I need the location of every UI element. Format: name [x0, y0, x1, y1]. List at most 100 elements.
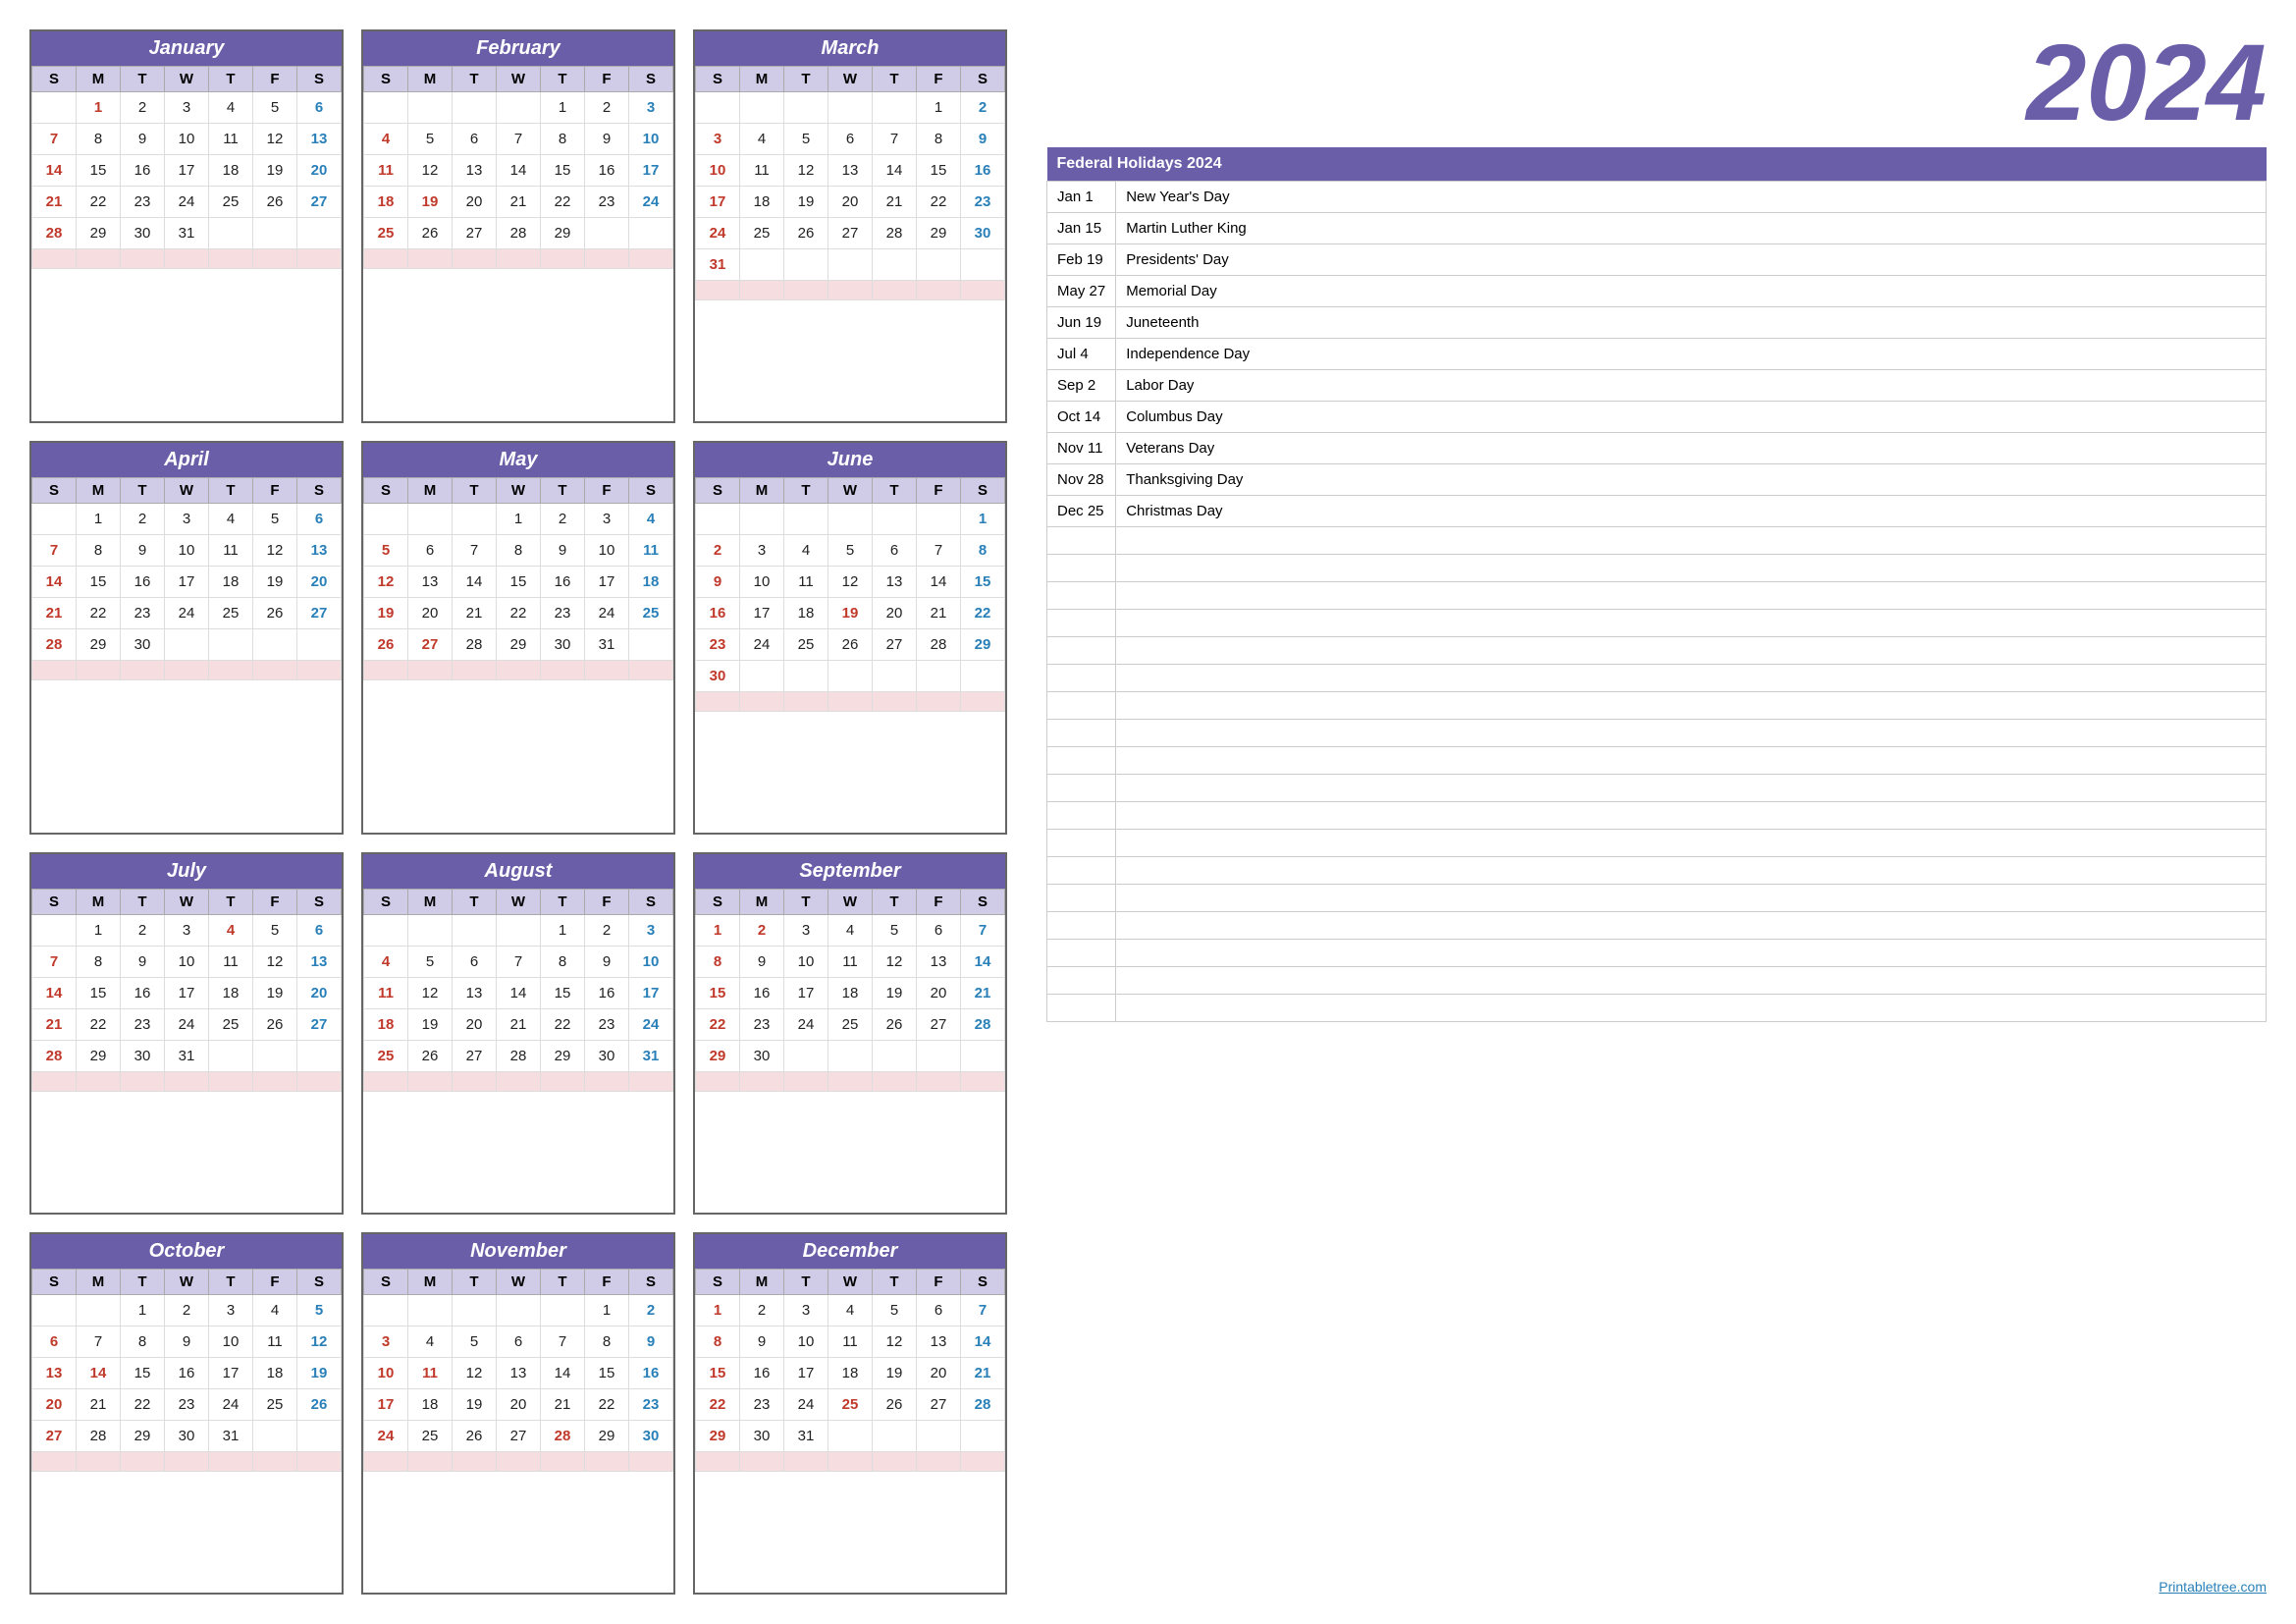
calendar-day: 28	[32, 218, 77, 249]
calendar-day: 14	[961, 1326, 1005, 1358]
calendar-day: 13	[297, 124, 342, 155]
holiday-date: Sep 2	[1047, 370, 1116, 402]
holiday-name: Independence Day	[1116, 339, 2267, 370]
calendar-day: 2	[585, 92, 629, 124]
day-header: S	[32, 890, 77, 915]
year-title: 2024	[1046, 29, 2267, 137]
holiday-date: Dec 25	[1047, 496, 1116, 527]
calendar-day: 25	[364, 1041, 408, 1072]
day-header: T	[121, 890, 165, 915]
empty-row	[1047, 747, 2267, 775]
calendar-day: 22	[77, 1009, 121, 1041]
calendar-day: 25	[253, 1389, 297, 1421]
week-row: 12	[696, 92, 1005, 124]
calendar-day: 7	[32, 535, 77, 567]
calendar-day: 27	[453, 218, 497, 249]
calendar-day: 15	[541, 155, 585, 187]
calendar-day: 19	[364, 598, 408, 629]
calendar-day: 25	[209, 187, 253, 218]
holiday-row: Dec 25Christmas Day	[1047, 496, 2267, 527]
holiday-row: Feb 19Presidents' Day	[1047, 244, 2267, 276]
day-header: S	[961, 478, 1005, 504]
calendar-day: 13	[917, 1326, 961, 1358]
calendar-day: 23	[961, 187, 1005, 218]
calendar-day: 1	[541, 915, 585, 947]
empty-row	[1047, 995, 2267, 1022]
empty-pink-row	[364, 1452, 673, 1472]
calendar-day: 13	[873, 567, 917, 598]
week-row: 17181920212223	[364, 1389, 673, 1421]
day-header: T	[873, 890, 917, 915]
holiday-date: Jun 19	[1047, 307, 1116, 339]
day-header: S	[961, 1270, 1005, 1295]
empty-row	[1047, 720, 2267, 747]
day-header: T	[453, 67, 497, 92]
calendar-day: 12	[873, 1326, 917, 1358]
calendar-day: 3	[629, 915, 673, 947]
calendar-day	[497, 1295, 541, 1326]
footer-link[interactable]: Printabletree.com	[1046, 1559, 2267, 1595]
calendar-day	[453, 1295, 497, 1326]
calendar-day: 21	[541, 1389, 585, 1421]
calendar-day: 25	[828, 1009, 873, 1041]
calendar-day: 10	[784, 947, 828, 978]
calendar-day: 1	[121, 1295, 165, 1326]
calendar-day: 5	[253, 915, 297, 947]
month-june: JuneSMTWTFS12345678910111213141516171819…	[693, 441, 1007, 835]
calendar-day: 16	[541, 567, 585, 598]
calendar-day: 18	[784, 598, 828, 629]
holiday-date: Jan 15	[1047, 213, 1116, 244]
calendar-day: 13	[453, 978, 497, 1009]
calendar-day: 29	[77, 1041, 121, 1072]
calendar-day	[408, 915, 453, 947]
day-header: F	[253, 67, 297, 92]
calendar-day: 10	[696, 155, 740, 187]
calendar-day: 7	[873, 124, 917, 155]
calendar-day	[408, 504, 453, 535]
calendar-day: 8	[696, 1326, 740, 1358]
calendar-day	[740, 504, 784, 535]
calendar-day: 25	[784, 629, 828, 661]
calendar-day: 15	[77, 567, 121, 598]
day-header: W	[165, 67, 209, 92]
calendar-day	[585, 218, 629, 249]
calendar-day: 8	[696, 947, 740, 978]
empty-pink-row	[696, 692, 1005, 712]
calendar-day	[917, 504, 961, 535]
holiday-date: Jul 4	[1047, 339, 1116, 370]
calendar-day: 6	[453, 947, 497, 978]
calendar-day	[32, 92, 77, 124]
empty-pink-row	[32, 249, 342, 269]
calendar-day: 4	[828, 915, 873, 947]
empty-row	[1047, 830, 2267, 857]
calendar-day: 29	[696, 1421, 740, 1452]
calendar-day	[297, 218, 342, 249]
day-header: S	[629, 478, 673, 504]
calendar-day: 18	[364, 187, 408, 218]
day-header: W	[497, 67, 541, 92]
empty-row	[1047, 912, 2267, 940]
calendar-day	[873, 249, 917, 281]
week-row: 282930	[32, 629, 342, 661]
calendar-day: 30	[121, 218, 165, 249]
calendar-day: 24	[784, 1009, 828, 1041]
calendar-day: 16	[961, 155, 1005, 187]
calendars-grid: JanuarySMTWTFS12345678910111213141516171…	[29, 29, 1007, 1595]
calendar-day	[828, 504, 873, 535]
day-header: W	[497, 478, 541, 504]
empty-pink-row	[32, 661, 342, 680]
calendar-day: 12	[408, 978, 453, 1009]
cal-table-may: SMTWTFS123456789101112131415161718192021…	[363, 477, 673, 680]
calendar-day: 6	[297, 915, 342, 947]
calendar-day: 24	[209, 1389, 253, 1421]
calendar-day	[828, 1041, 873, 1072]
calendar-day: 19	[253, 567, 297, 598]
calendar-day: 19	[253, 978, 297, 1009]
calendar-day: 30	[629, 1421, 673, 1452]
calendar-day	[961, 1041, 1005, 1072]
calendar-day	[696, 504, 740, 535]
week-row: 6789101112	[32, 1326, 342, 1358]
calendar-day: 7	[497, 947, 541, 978]
calendar-day: 4	[364, 124, 408, 155]
calendar-day: 12	[253, 535, 297, 567]
